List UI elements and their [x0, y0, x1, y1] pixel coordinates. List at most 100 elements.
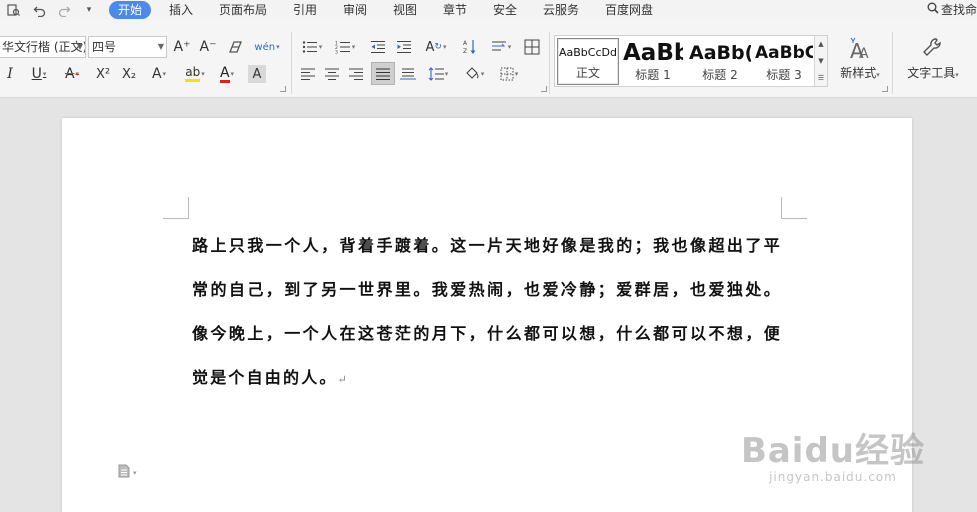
text-tools-button[interactable]: 文字工具▾: [902, 36, 964, 81]
font-color-button[interactable]: A ▾: [214, 63, 240, 85]
style-name: 标题 2: [702, 68, 738, 82]
svg-text:3: 3: [335, 50, 338, 55]
wrench-icon: [902, 36, 964, 64]
expand-gallery-icon[interactable]: ☰: [818, 74, 824, 82]
font-dialog-launcher[interactable]: [280, 86, 286, 92]
decrease-indent-icon[interactable]: [368, 36, 388, 58]
justify-icon[interactable]: [371, 62, 395, 85]
style-name: 标题 3: [766, 68, 802, 82]
find-command[interactable]: 查找命: [927, 0, 977, 20]
show-hide-marks-icon[interactable]: [521, 36, 543, 58]
chevron-down-icon: ▼: [157, 42, 164, 51]
line-spacing-icon[interactable]: ▾: [424, 63, 452, 85]
watermark-url: jingyan.baidu.com: [769, 470, 897, 484]
shrink-font-button[interactable]: A⁻: [198, 36, 218, 58]
font-size-value: 四号: [92, 40, 117, 54]
new-style-icon: AA: [834, 36, 886, 64]
margin-mark-top-left: [163, 197, 189, 219]
undo-icon[interactable]: [30, 1, 48, 19]
paragraph-dialog-launcher[interactable]: [541, 86, 547, 92]
paragraph-layout-button[interactable]: ▾: [118, 464, 137, 482]
subscript-button[interactable]: X₂: [118, 63, 140, 85]
highlight-label: ab: [185, 66, 201, 82]
paragraph-text: 路上只我一个人，背着手踱着。这一片天地好像是我的；我也像超出了平常的自己，到了另…: [192, 236, 782, 387]
style-heading-3[interactable]: AaBbC 标题 3: [755, 38, 813, 85]
scroll-up-icon[interactable]: ▲: [818, 40, 823, 48]
customize-dropdown-icon[interactable]: ▾: [80, 1, 98, 19]
clear-format-icon[interactable]: [226, 36, 246, 58]
tab-view[interactable]: 视图: [393, 0, 417, 20]
document-paragraph[interactable]: 路上只我一个人，背着手踱着。这一片天地好像是我的；我也像超出了平常的自己，到了另…: [192, 224, 782, 402]
strikethrough-button[interactable]: A ▾: [58, 63, 86, 85]
svg-text:A: A: [859, 46, 869, 62]
search-icon: [927, 0, 939, 20]
separator: [291, 32, 292, 94]
style-sample: AaBbC: [755, 43, 813, 63]
highlight-button[interactable]: ab ▾: [180, 63, 210, 85]
borders-icon[interactable]: ▾: [495, 63, 523, 85]
style-name: 标题 1: [635, 68, 671, 82]
align-left-icon[interactable]: [298, 63, 318, 85]
shading-icon[interactable]: ▾: [460, 63, 488, 85]
new-style-button[interactable]: AA 新样式▾: [834, 36, 886, 81]
svg-text:A: A: [463, 40, 468, 47]
tab-baidu-netdisk[interactable]: 百度网盘: [605, 0, 653, 20]
redo-icon[interactable]: [55, 1, 73, 19]
document-area: 路上只我一个人，背着手踱着。这一片天地好像是我的；我也像超出了平常的自己，到了另…: [0, 99, 977, 512]
margin-mark-top-right: [781, 197, 807, 219]
italic-button[interactable]: I: [2, 63, 18, 85]
font-size-select[interactable]: 四号 ▼: [88, 36, 167, 58]
tab-security[interactable]: 安全: [493, 0, 517, 20]
preview-icon[interactable]: [4, 1, 22, 19]
style-gallery: AaBbCcDd 正文 AaBb 标题 1 AaBb( 标题 2 AaBbC 标…: [554, 35, 828, 87]
document-icon: [118, 464, 130, 482]
distributed-align-icon[interactable]: [398, 63, 418, 85]
watermark-logo: Baidu经验: [741, 423, 925, 472]
bullet-list-icon[interactable]: ▾: [298, 36, 326, 58]
style-normal[interactable]: AaBbCcDd 正文: [557, 38, 619, 85]
style-sample: AaBb: [623, 40, 683, 66]
tab-references[interactable]: 引用: [293, 0, 317, 20]
superscript-button[interactable]: X²: [92, 63, 114, 85]
align-center-icon[interactable]: [322, 63, 342, 85]
sort-icon[interactable]: AZ: [460, 36, 480, 58]
tab-page-layout[interactable]: 页面布局: [219, 0, 267, 20]
styles-dialog-launcher[interactable]: [882, 86, 888, 92]
font-name-value: 华文行楷 (正文): [2, 40, 86, 54]
tab-cloud-service[interactable]: 云服务: [543, 0, 579, 20]
chevron-down-icon: ▾: [133, 469, 137, 477]
scroll-down-icon[interactable]: ▼: [818, 57, 823, 65]
strikethrough-label: A: [64, 66, 75, 82]
chevron-down-icon: ▼: [76, 42, 83, 51]
svg-text:Z: Z: [463, 48, 467, 55]
menu-bar: ▾ 开始 插入 页面布局 引用 审阅 视图 章节 安全 云服务 百度网盘 查找命: [0, 0, 977, 20]
baidu-watermark: Baidu经验 jingyan.baidu.com: [741, 423, 925, 484]
grow-font-button[interactable]: A⁺: [172, 36, 192, 58]
font-color-label: A: [219, 64, 230, 83]
ribbon-toolbar: 华文行楷 (正文) ▼ 四号 ▼ A⁺ A⁻ wén ▾ I U ▾ A ▾ X² X…: [0, 20, 977, 98]
underline-button[interactable]: U ▾: [26, 63, 52, 85]
gallery-scroller[interactable]: ▲ ▼ ☰: [814, 36, 827, 86]
separator: [549, 32, 550, 94]
tab-section[interactable]: 章节: [443, 0, 467, 20]
tab-review[interactable]: 审阅: [343, 0, 367, 20]
font-name-select[interactable]: 华文行楷 (正文) ▼: [0, 36, 86, 58]
text-effect-button[interactable]: A ▾: [146, 63, 172, 85]
increase-indent-icon[interactable]: [394, 36, 414, 58]
text-effect-label: A: [151, 66, 162, 82]
separator: [892, 32, 893, 94]
change-case-icon[interactable]: A ↻ ▾: [422, 36, 450, 58]
style-heading-1[interactable]: AaBb 标题 1: [623, 38, 683, 85]
numbered-list-icon[interactable]: 1 2 3 ▾: [331, 36, 359, 58]
style-heading-2[interactable]: AaBb( 标题 2: [689, 38, 751, 85]
tab-insert[interactable]: 插入: [169, 0, 193, 20]
style-name: 正文: [575, 66, 600, 80]
tab-home[interactable]: 开始: [109, 1, 152, 19]
align-right-icon[interactable]: [346, 63, 366, 85]
char-shading-button[interactable]: A: [248, 65, 266, 83]
phonetic-guide-button[interactable]: wén ▾: [253, 36, 281, 58]
line-spacing-alt-icon[interactable]: ▾: [487, 36, 515, 58]
new-style-label: 新样式: [840, 66, 877, 80]
style-sample: AaBb(: [689, 42, 751, 64]
phonetic-guide-label: wén: [254, 41, 276, 53]
